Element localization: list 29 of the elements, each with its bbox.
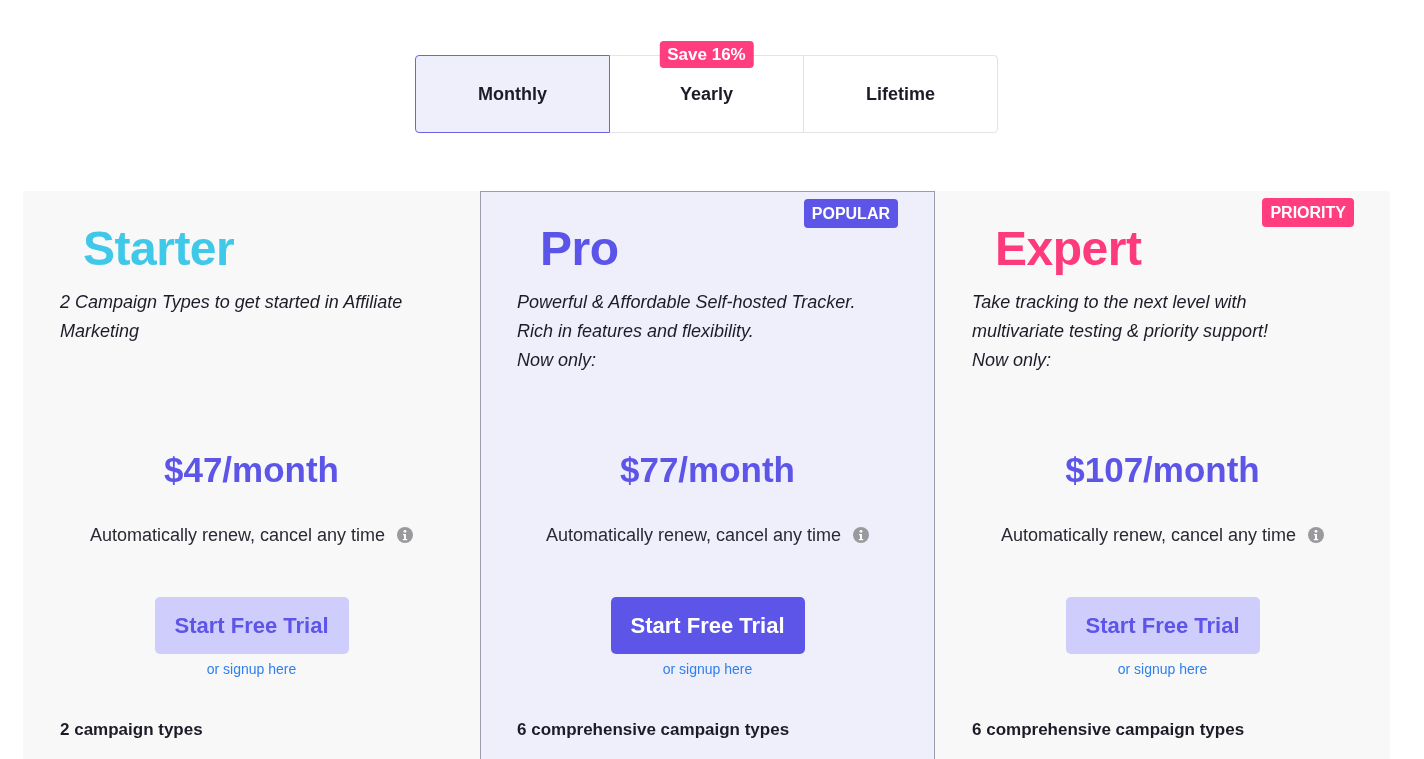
plan-description: Take tracking to the next level with multivariate testing & priority support! Now only: [972, 291, 1270, 372]
feature-item: 6 comprehensive campaign types [517, 719, 790, 741]
signup-link[interactable]: or signup here [1117, 660, 1208, 678]
billing-tab[interactable]: Monthly [415, 55, 610, 133]
start-trial-button[interactable]: Start Free Trial [154, 597, 349, 654]
info-icon[interactable] [1308, 527, 1325, 543]
start-trial-button[interactable]: Start Free Trial [1065, 597, 1260, 654]
feature-item: 6 comprehensive campaign types [972, 719, 1245, 741]
info-icon[interactable] [397, 527, 414, 543]
plan-price: $77/month [619, 449, 795, 491]
plan-description: 2 Campaign Types to get started in Affiliate Marketing [60, 291, 404, 343]
plan-badge: POPULAR [803, 199, 898, 228]
feature-item: 2 campaign types [60, 719, 203, 741]
plan-name: Pro [540, 221, 619, 277]
renewal-note: Automatically renew, cancel any time [89, 524, 386, 547]
plan-description: Powerful & Affordable Self-hosted Tracker. Rich in features and flexibility. Now only: [517, 291, 857, 372]
plan-name: Expert [995, 221, 1142, 277]
plan-badge: PRIORITY [1262, 198, 1354, 227]
start-trial-button[interactable]: Start Free Trial [610, 597, 805, 654]
discount-badge: Save 16% [659, 41, 754, 68]
signup-link[interactable]: or signup here [206, 660, 297, 678]
plan-name: Starter [83, 221, 235, 277]
info-icon[interactable] [853, 527, 870, 543]
plan-price: $47/month [163, 449, 339, 491]
billing-tab[interactable]: Lifetime [803, 55, 998, 133]
renewal-note: Automatically renew, cancel any time [1000, 524, 1297, 547]
signup-link[interactable]: or signup here [662, 660, 753, 678]
plan-price: $107/month [1065, 449, 1260, 491]
renewal-note: Automatically renew, cancel any time [545, 524, 842, 547]
